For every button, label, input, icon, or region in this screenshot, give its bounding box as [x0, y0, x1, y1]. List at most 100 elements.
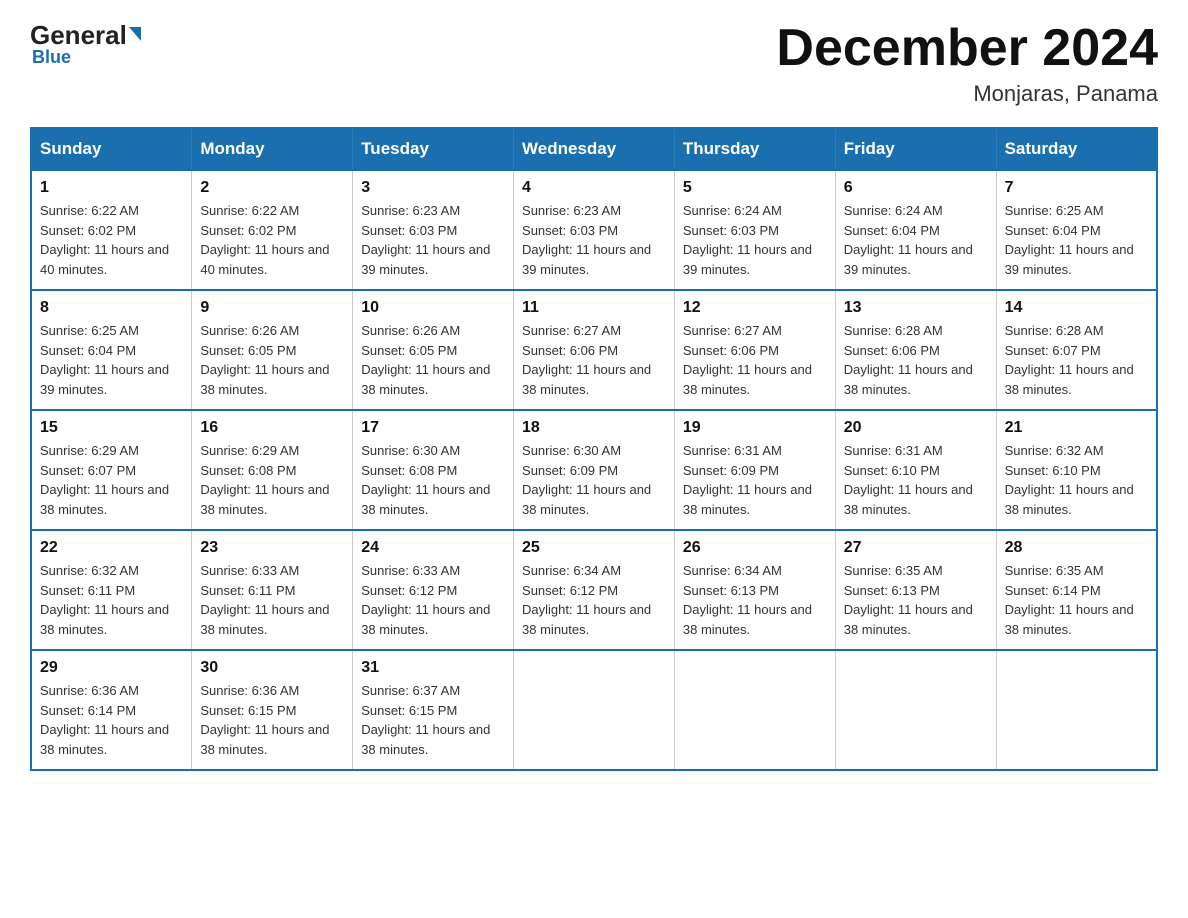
- day-number: 20: [844, 419, 988, 437]
- calendar-cell: 29 Sunrise: 6:36 AM Sunset: 6:14 PM Dayl…: [31, 650, 192, 770]
- day-number: 23: [200, 539, 344, 557]
- day-info: Sunrise: 6:26 AM Sunset: 6:05 PM Dayligh…: [200, 321, 344, 399]
- day-info: Sunrise: 6:30 AM Sunset: 6:09 PM Dayligh…: [522, 441, 666, 519]
- day-number: 21: [1005, 419, 1148, 437]
- day-number: 14: [1005, 299, 1148, 317]
- day-info: Sunrise: 6:36 AM Sunset: 6:15 PM Dayligh…: [200, 681, 344, 759]
- day-number: 11: [522, 299, 666, 317]
- day-number: 2: [200, 179, 344, 197]
- day-info: Sunrise: 6:31 AM Sunset: 6:10 PM Dayligh…: [844, 441, 988, 519]
- calendar-table: SundayMondayTuesdayWednesdayThursdayFrid…: [30, 127, 1158, 771]
- day-info: Sunrise: 6:34 AM Sunset: 6:13 PM Dayligh…: [683, 561, 827, 639]
- day-info: Sunrise: 6:35 AM Sunset: 6:13 PM Dayligh…: [844, 561, 988, 639]
- calendar-cell: 20 Sunrise: 6:31 AM Sunset: 6:10 PM Dayl…: [835, 410, 996, 530]
- calendar-cell: 10 Sunrise: 6:26 AM Sunset: 6:05 PM Dayl…: [353, 290, 514, 410]
- calendar-cell: 5 Sunrise: 6:24 AM Sunset: 6:03 PM Dayli…: [674, 170, 835, 290]
- day-number: 27: [844, 539, 988, 557]
- calendar-cell: 15 Sunrise: 6:29 AM Sunset: 6:07 PM Dayl…: [31, 410, 192, 530]
- day-number: 6: [844, 179, 988, 197]
- calendar-cell: [996, 650, 1157, 770]
- column-header-sunday: Sunday: [31, 128, 192, 170]
- calendar-week-row: 1 Sunrise: 6:22 AM Sunset: 6:02 PM Dayli…: [31, 170, 1157, 290]
- calendar-cell: 7 Sunrise: 6:25 AM Sunset: 6:04 PM Dayli…: [996, 170, 1157, 290]
- day-info: Sunrise: 6:31 AM Sunset: 6:09 PM Dayligh…: [683, 441, 827, 519]
- day-number: 10: [361, 299, 505, 317]
- day-info: Sunrise: 6:27 AM Sunset: 6:06 PM Dayligh…: [683, 321, 827, 399]
- calendar-cell: 13 Sunrise: 6:28 AM Sunset: 6:06 PM Dayl…: [835, 290, 996, 410]
- calendar-cell: [514, 650, 675, 770]
- calendar-cell: 19 Sunrise: 6:31 AM Sunset: 6:09 PM Dayl…: [674, 410, 835, 530]
- column-header-saturday: Saturday: [996, 128, 1157, 170]
- day-info: Sunrise: 6:25 AM Sunset: 6:04 PM Dayligh…: [40, 321, 183, 399]
- day-number: 19: [683, 419, 827, 437]
- title-block: December 2024 Monjaras, Panama: [776, 20, 1158, 107]
- calendar-cell: 18 Sunrise: 6:30 AM Sunset: 6:09 PM Dayl…: [514, 410, 675, 530]
- day-info: Sunrise: 6:28 AM Sunset: 6:07 PM Dayligh…: [1005, 321, 1148, 399]
- day-info: Sunrise: 6:35 AM Sunset: 6:14 PM Dayligh…: [1005, 561, 1148, 639]
- location: Monjaras, Panama: [776, 81, 1158, 107]
- day-info: Sunrise: 6:22 AM Sunset: 6:02 PM Dayligh…: [200, 201, 344, 279]
- calendar-cell: 11 Sunrise: 6:27 AM Sunset: 6:06 PM Dayl…: [514, 290, 675, 410]
- calendar-cell: 24 Sunrise: 6:33 AM Sunset: 6:12 PM Dayl…: [353, 530, 514, 650]
- calendar-week-row: 8 Sunrise: 6:25 AM Sunset: 6:04 PM Dayli…: [31, 290, 1157, 410]
- calendar-week-row: 22 Sunrise: 6:32 AM Sunset: 6:11 PM Dayl…: [31, 530, 1157, 650]
- day-info: Sunrise: 6:22 AM Sunset: 6:02 PM Dayligh…: [40, 201, 183, 279]
- calendar-cell: 23 Sunrise: 6:33 AM Sunset: 6:11 PM Dayl…: [192, 530, 353, 650]
- day-number: 24: [361, 539, 505, 557]
- day-number: 1: [40, 179, 183, 197]
- calendar-header-row: SundayMondayTuesdayWednesdayThursdayFrid…: [31, 128, 1157, 170]
- column-header-monday: Monday: [192, 128, 353, 170]
- day-number: 13: [844, 299, 988, 317]
- day-info: Sunrise: 6:24 AM Sunset: 6:04 PM Dayligh…: [844, 201, 988, 279]
- calendar-cell: [674, 650, 835, 770]
- calendar-cell: 30 Sunrise: 6:36 AM Sunset: 6:15 PM Dayl…: [192, 650, 353, 770]
- day-info: Sunrise: 6:36 AM Sunset: 6:14 PM Dayligh…: [40, 681, 183, 759]
- day-number: 29: [40, 659, 183, 677]
- day-number: 17: [361, 419, 505, 437]
- calendar-cell: 2 Sunrise: 6:22 AM Sunset: 6:02 PM Dayli…: [192, 170, 353, 290]
- calendar-cell: 28 Sunrise: 6:35 AM Sunset: 6:14 PM Dayl…: [996, 530, 1157, 650]
- calendar-cell: 22 Sunrise: 6:32 AM Sunset: 6:11 PM Dayl…: [31, 530, 192, 650]
- calendar-cell: 9 Sunrise: 6:26 AM Sunset: 6:05 PM Dayli…: [192, 290, 353, 410]
- day-number: 28: [1005, 539, 1148, 557]
- day-number: 9: [200, 299, 344, 317]
- day-number: 7: [1005, 179, 1148, 197]
- month-title: December 2024: [776, 20, 1158, 77]
- day-info: Sunrise: 6:29 AM Sunset: 6:07 PM Dayligh…: [40, 441, 183, 519]
- calendar-cell: 17 Sunrise: 6:30 AM Sunset: 6:08 PM Dayl…: [353, 410, 514, 530]
- day-info: Sunrise: 6:27 AM Sunset: 6:06 PM Dayligh…: [522, 321, 666, 399]
- day-info: Sunrise: 6:24 AM Sunset: 6:03 PM Dayligh…: [683, 201, 827, 279]
- calendar-cell: 4 Sunrise: 6:23 AM Sunset: 6:03 PM Dayli…: [514, 170, 675, 290]
- column-header-tuesday: Tuesday: [353, 128, 514, 170]
- calendar-cell: 27 Sunrise: 6:35 AM Sunset: 6:13 PM Dayl…: [835, 530, 996, 650]
- column-header-wednesday: Wednesday: [514, 128, 675, 170]
- day-info: Sunrise: 6:32 AM Sunset: 6:10 PM Dayligh…: [1005, 441, 1148, 519]
- day-number: 15: [40, 419, 183, 437]
- day-info: Sunrise: 6:23 AM Sunset: 6:03 PM Dayligh…: [522, 201, 666, 279]
- calendar-cell: 1 Sunrise: 6:22 AM Sunset: 6:02 PM Dayli…: [31, 170, 192, 290]
- logo: General Blue: [30, 20, 141, 68]
- calendar-cell: 31 Sunrise: 6:37 AM Sunset: 6:15 PM Dayl…: [353, 650, 514, 770]
- day-number: 25: [522, 539, 666, 557]
- day-number: 12: [683, 299, 827, 317]
- page-header: General Blue December 2024 Monjaras, Pan…: [30, 20, 1158, 107]
- day-number: 30: [200, 659, 344, 677]
- calendar-cell: 16 Sunrise: 6:29 AM Sunset: 6:08 PM Dayl…: [192, 410, 353, 530]
- calendar-cell: 21 Sunrise: 6:32 AM Sunset: 6:10 PM Dayl…: [996, 410, 1157, 530]
- day-info: Sunrise: 6:34 AM Sunset: 6:12 PM Dayligh…: [522, 561, 666, 639]
- calendar-cell: 26 Sunrise: 6:34 AM Sunset: 6:13 PM Dayl…: [674, 530, 835, 650]
- day-number: 18: [522, 419, 666, 437]
- calendar-cell: 8 Sunrise: 6:25 AM Sunset: 6:04 PM Dayli…: [31, 290, 192, 410]
- calendar-cell: 12 Sunrise: 6:27 AM Sunset: 6:06 PM Dayl…: [674, 290, 835, 410]
- day-number: 16: [200, 419, 344, 437]
- calendar-cell: 6 Sunrise: 6:24 AM Sunset: 6:04 PM Dayli…: [835, 170, 996, 290]
- day-number: 3: [361, 179, 505, 197]
- calendar-cell: 14 Sunrise: 6:28 AM Sunset: 6:07 PM Dayl…: [996, 290, 1157, 410]
- day-number: 4: [522, 179, 666, 197]
- day-info: Sunrise: 6:33 AM Sunset: 6:12 PM Dayligh…: [361, 561, 505, 639]
- day-info: Sunrise: 6:30 AM Sunset: 6:08 PM Dayligh…: [361, 441, 505, 519]
- column-header-friday: Friday: [835, 128, 996, 170]
- calendar-cell: 25 Sunrise: 6:34 AM Sunset: 6:12 PM Dayl…: [514, 530, 675, 650]
- day-info: Sunrise: 6:23 AM Sunset: 6:03 PM Dayligh…: [361, 201, 505, 279]
- calendar-week-row: 29 Sunrise: 6:36 AM Sunset: 6:14 PM Dayl…: [31, 650, 1157, 770]
